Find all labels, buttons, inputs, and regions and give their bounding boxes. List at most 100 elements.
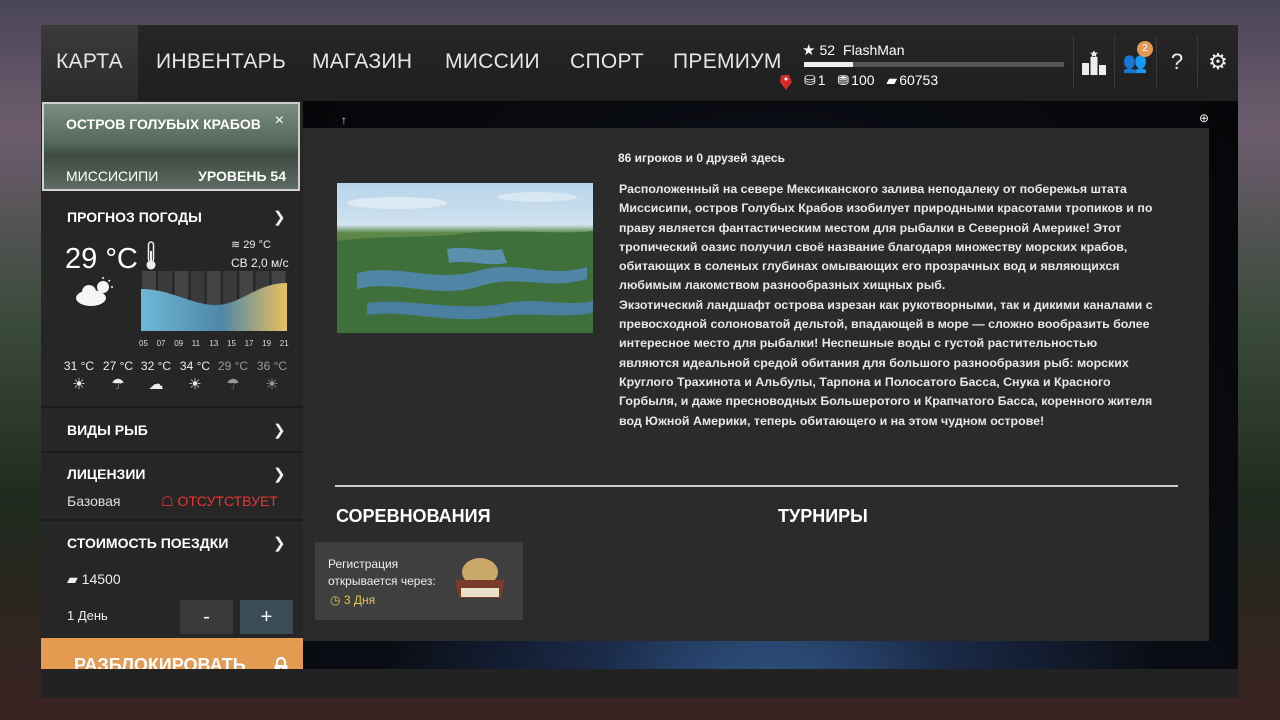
tab-inventory[interactable]: ИНВЕНТАРЬ (156, 25, 286, 101)
forecast-temp: 29 °C (217, 359, 249, 373)
competition-logo (451, 554, 509, 604)
wind-value: СВ 2,0 м/с (231, 256, 289, 270)
forecast-item: 34 °C ☀ (177, 359, 213, 393)
forecast-hour-label: 11 (191, 339, 201, 348)
forecast-hour-label: 15 (227, 339, 236, 348)
forecast-hours: 05 07 09 11 13 15 17 19 21 (139, 339, 289, 351)
forecast-temp: 27 °C (102, 359, 134, 373)
forecast-temp: 32 °C (140, 359, 172, 373)
chevron-right-icon[interactable]: ❯ (273, 465, 286, 483)
forecast-hour-label: 09 (174, 339, 184, 348)
license-type: Базовая (67, 493, 121, 509)
help-icon: ? (1170, 49, 1184, 74)
tab-map[interactable]: КАРТА (41, 25, 138, 101)
friends-button[interactable]: 👥 2 (1114, 35, 1155, 89)
close-icon[interactable]: × (275, 112, 284, 130)
days-minus-button[interactable]: - (180, 600, 233, 634)
forecast-temp: 31 °C (63, 359, 95, 373)
location-level: УРОВЕНЬ 54 (198, 168, 286, 184)
location-sidebar: ОСТРОВ ГОЛУБЫХ КРАБОВ × МИССИСИПИ УРОВЕН… (41, 101, 303, 693)
player-level: 52 (819, 42, 836, 58)
location-region: МИССИСИПИ (66, 168, 159, 184)
friends-badge: 2 (1137, 41, 1153, 57)
star-icon: ★ (802, 42, 816, 59)
clock-icon: ◷ (330, 593, 341, 607)
leaderboard-icon (1082, 50, 1106, 76)
registration-text: Регистрация открывается через: (328, 557, 436, 588)
forecast-weather-icon: ☀ (265, 376, 279, 393)
competition-card[interactable]: Регистрация открывается через: ◷ 3 Дня (315, 542, 523, 620)
licenses-title[interactable]: ЛИЦЕНЗИИ (67, 466, 145, 482)
player-panel[interactable]: ★ 52 FlashMan ⛁ 1 ⛃ 100 ▰ 60753 (796, 35, 1066, 95)
temperature-chart (141, 271, 287, 331)
forecast-temp: 36 °C (256, 359, 288, 373)
zoom-icon[interactable]: ⊕ (1199, 111, 1209, 125)
forecast-hour-label: 07 (156, 339, 166, 348)
description-paragraph-2: Экзотический ландшафт острова изрезан ка… (619, 297, 1153, 428)
forecast-hour-label: 13 (209, 339, 219, 348)
warning-icon: ☖ (161, 493, 174, 509)
game-window: КАРТА ИНВЕНТАРЬ МАГАЗИН МИССИИ СПОРТ ПРЕ… (41, 25, 1238, 698)
cash-icon: ▰ (67, 571, 78, 587)
player-name: FlashMan (843, 42, 905, 58)
map-area[interactable]: ↑ ⊕ 86 игроков и 0 друзей здесь Располож… (303, 101, 1238, 693)
forecast-hour-label: 19 (262, 339, 272, 348)
bottom-bar (41, 669, 1238, 698)
north-arrow-icon: ↑ (341, 113, 347, 127)
water-icon: ≋ (231, 239, 241, 251)
water-temperature: 29 °C (243, 239, 271, 251)
forecast-weather-icon: ☁ (148, 376, 164, 393)
leaderboard-button[interactable] (1073, 35, 1114, 89)
currency-1-value: 1 (817, 72, 826, 88)
location-photo (337, 183, 593, 333)
chevron-right-icon[interactable]: ❯ (273, 421, 286, 439)
thermometer-icon (145, 241, 156, 270)
location-description: Расположенный на севере Мексиканского за… (619, 180, 1159, 431)
premium-tag-icon (779, 73, 793, 91)
bait-coin-icon: ⛁ (804, 72, 816, 88)
top-nav-bar: КАРТА ИНВЕНТАРЬ МАГАЗИН МИССИИ СПОРТ ПРЕ… (41, 25, 1238, 101)
description-paragraph-1: Расположенный на севере Мексиканского за… (619, 182, 1153, 293)
cash-icon: ▰ (886, 72, 898, 88)
forecast-hour-label: 21 (279, 339, 289, 348)
forecast-item: 29 °C ☂ (215, 359, 251, 393)
fish-species-title[interactable]: ВИДЫ РЫБ (67, 422, 148, 438)
registration-time-left: 3 Дня (343, 593, 376, 607)
settings-icon: ⚙ (1208, 49, 1228, 74)
help-button[interactable]: ? (1156, 35, 1197, 89)
forecast-weather-icon: ☂ (226, 376, 240, 393)
settings-button[interactable]: ⚙ (1197, 35, 1238, 89)
location-info-panel: 86 игроков и 0 друзей здесь Расположенны… (303, 128, 1209, 641)
chevron-right-icon[interactable]: ❯ (273, 534, 286, 552)
currency-2-value: 100 (851, 72, 875, 88)
forecast-item: 32 °C ☁ (138, 359, 174, 393)
forecast-hour-label: 05 (139, 339, 148, 348)
tab-sport[interactable]: СПОРТ (570, 25, 644, 101)
tab-missions[interactable]: МИССИИ (445, 25, 540, 101)
days-plus-button[interactable]: + (240, 600, 293, 634)
competitions-title: СОРЕВНОВАНИЯ (336, 506, 491, 526)
location-card[interactable]: ОСТРОВ ГОЛУБЫХ КРАБОВ × МИССИСИПИ УРОВЕН… (42, 102, 300, 191)
currency-3-value: 60753 (899, 72, 939, 88)
license-status: ОТСУТСТВУЕТ (177, 493, 278, 509)
players-here: 86 игроков и 0 друзей здесь (618, 151, 785, 165)
tab-premium[interactable]: ПРЕМИУМ (673, 25, 782, 101)
trip-cost-title[interactable]: СТОИМОСТЬ ПОЕЗДКИ (67, 535, 228, 551)
chevron-right-icon[interactable]: ❯ (273, 208, 286, 226)
forecast-weather-icon: ☂ (111, 376, 125, 393)
forecast-item: 36 °C ☀ (254, 359, 290, 393)
forecast-temp: 34 °C (179, 359, 211, 373)
weather-title[interactable]: ПРОГНОЗ ПОГОДЫ (67, 209, 202, 225)
section-divider (335, 485, 1178, 487)
xp-progress-bar (804, 62, 1064, 67)
forecast-weather-icon: ☀ (188, 376, 202, 393)
tab-shop[interactable]: МАГАЗИН (312, 25, 412, 101)
forecast-item: 31 °C ☀ (61, 359, 97, 393)
trip-duration: 1 День (67, 608, 108, 623)
forecast-item: 27 °C ☂ (100, 359, 136, 393)
current-temperature: 29 °C (65, 243, 138, 275)
location-title: ОСТРОВ ГОЛУБЫХ КРАБОВ (66, 116, 261, 132)
forecast-weather-icon: ☀ (72, 376, 86, 393)
tournaments-title: ТУРНИРЫ (778, 506, 868, 526)
forecast-hour-label: 17 (244, 339, 254, 348)
